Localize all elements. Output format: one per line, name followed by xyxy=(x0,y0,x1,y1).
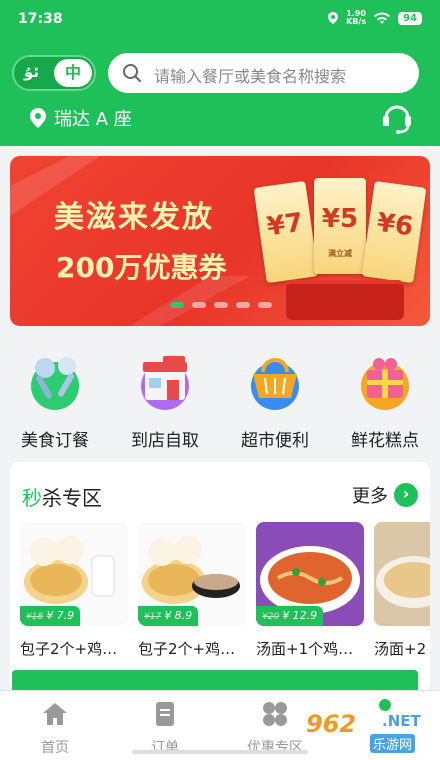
category-pickup[interactable]: 到店自取 xyxy=(115,340,215,451)
price-tag: ¥18 ¥ 7.9 xyxy=(20,606,81,626)
product-image xyxy=(374,522,430,626)
status-bar: 17:38 1.90 KB/s 94 xyxy=(0,0,440,38)
language-toggle[interactable]: ئۇ 中 xyxy=(12,55,96,91)
price-tag: ¥20 ¥ 12.9 xyxy=(256,606,324,626)
customer-service-icon[interactable] xyxy=(380,100,414,134)
product-image: ¥18 ¥ 7.9 xyxy=(20,522,128,626)
utensils-icon xyxy=(31,357,79,410)
coupon-envelope xyxy=(286,280,404,320)
product-image: ¥17 ¥ 8.9 xyxy=(138,522,246,626)
price-tag: ¥17 ¥ 8.9 xyxy=(138,606,199,626)
network-speed: 1.90 KB/s xyxy=(346,9,367,26)
lang-chinese[interactable]: 中 xyxy=(54,59,92,87)
product-image: ¥20 ¥ 12.9 xyxy=(256,522,364,626)
search-placeholder: 请输入餐厅或美食名称搜索 xyxy=(154,67,347,86)
flash-sale-section: 秒杀专区 更多 › ¥18 ¥ 7.9 包子2个+鸡… ¥17 ¥ 8.9 包子… xyxy=(10,462,430,692)
product-name: 包子2个+鸡… xyxy=(20,640,118,658)
category-label: 美食订餐 xyxy=(21,431,89,451)
product-name: 汤面+1个鸡… xyxy=(256,640,354,658)
discount-icon xyxy=(263,702,287,726)
store-icon xyxy=(141,356,189,410)
location-pin-icon xyxy=(30,108,46,128)
category-grid: 美食订餐 到店自取 超市便利 鲜花糕点 xyxy=(0,340,440,451)
lang-uyghur[interactable]: ئۇ xyxy=(24,63,39,81)
search-icon xyxy=(123,64,141,82)
category-label: 鲜花糕点 xyxy=(351,431,419,451)
carousel-dot[interactable] xyxy=(170,302,184,308)
location-label: 瑞达 A 座 xyxy=(54,109,132,130)
coupon-card: ¥5 满立减 xyxy=(314,178,366,274)
category-supermarket[interactable]: 超市便利 xyxy=(225,340,325,451)
home-indicator xyxy=(132,750,308,754)
category-flowers-cakes[interactable]: 鲜花糕点 xyxy=(335,340,435,451)
product-name: 包子2个+鸡… xyxy=(138,640,236,658)
chevron-right-icon: › xyxy=(394,483,418,507)
location-selector[interactable]: 瑞达 A 座 xyxy=(30,105,132,131)
noodle-bowl-image xyxy=(376,556,430,608)
carousel-dot[interactable] xyxy=(214,302,228,308)
banner-title: 美滋来发放 xyxy=(54,200,214,235)
section-title: 秒杀专区 xyxy=(22,486,102,510)
battery-indicator: 94 xyxy=(398,11,422,25)
banner-subtitle: 200万优惠券 xyxy=(56,251,227,284)
promo-banner[interactable]: 美滋来发放 200万优惠券 ¥7 ¥5 满立减 ¥6 xyxy=(10,156,430,326)
location-status-icon xyxy=(328,12,339,24)
home-icon xyxy=(43,703,67,725)
watermark-logo: 962 .NET 乐游网 xyxy=(306,710,421,753)
search-input[interactable]: 请输入餐厅或美食名称搜索 xyxy=(108,53,419,93)
status-icons: 1.90 KB/s 94 xyxy=(328,10,422,26)
product-card[interactable]: 汤面+2 xyxy=(374,522,430,659)
nav-label: 首页 xyxy=(41,740,69,756)
carousel-dot[interactable] xyxy=(258,302,272,308)
order-icon xyxy=(156,702,174,726)
product-card[interactable]: ¥18 ¥ 7.9 包子2个+鸡… xyxy=(20,522,128,659)
nav-home[interactable]: 首页 xyxy=(0,691,110,760)
category-label: 到店自取 xyxy=(131,431,199,451)
product-card[interactable]: ¥17 ¥ 8.9 包子2个+鸡… xyxy=(138,522,246,659)
wifi-icon xyxy=(374,12,391,24)
carousel-dot[interactable] xyxy=(192,302,206,308)
gift-icon xyxy=(361,358,409,410)
product-card[interactable]: ¥20 ¥ 12.9 汤面+1个鸡… xyxy=(256,522,364,659)
nav-label: 订单 xyxy=(151,740,179,756)
carousel-dot[interactable] xyxy=(236,302,250,308)
more-link[interactable]: 更多 › xyxy=(352,482,418,508)
app-header: 17:38 1.90 KB/s 94 ئۇ 中 请输入餐厅或美食名称搜索 瑞达 … xyxy=(0,0,440,146)
status-time: 17:38 xyxy=(18,11,63,27)
carousel-indicator xyxy=(170,302,272,308)
category-label: 超市便利 xyxy=(241,431,309,451)
category-food-order[interactable]: 美食订餐 xyxy=(5,340,105,451)
product-name: 汤面+2 xyxy=(374,640,427,658)
basket-icon xyxy=(251,358,299,410)
product-list: ¥18 ¥ 7.9 包子2个+鸡… ¥17 ¥ 8.9 包子2个+鸡… ¥20 … xyxy=(20,522,430,659)
